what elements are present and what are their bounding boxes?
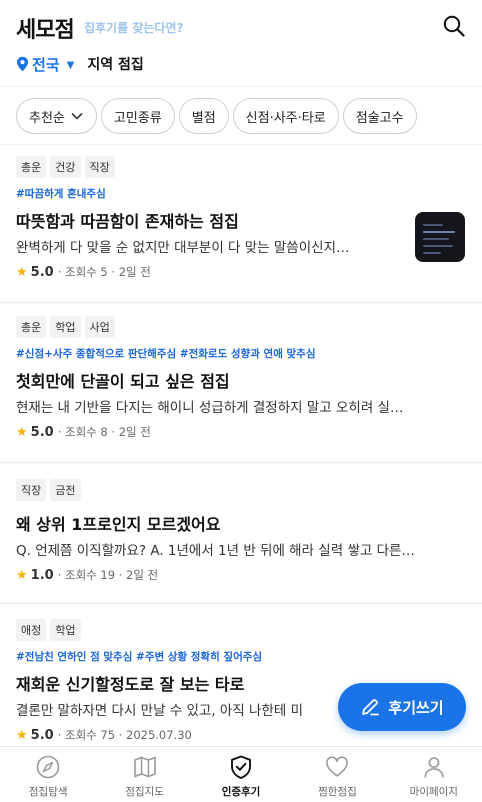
logo-tagline: 집후기를 찾는다면? bbox=[84, 21, 184, 35]
rating-value: 5.0 bbox=[30, 727, 54, 743]
tab-label: 마이페이지 bbox=[409, 786, 458, 798]
search-button[interactable] bbox=[440, 12, 468, 40]
tab-explore[interactable]: 점집탐색 bbox=[0, 747, 96, 802]
tag: 사업 bbox=[84, 316, 115, 338]
post-date: 2일 전 bbox=[126, 568, 159, 582]
filter-type[interactable]: 신점·사주·타로 bbox=[232, 98, 339, 134]
filter-master-label: 점술고수 bbox=[355, 110, 404, 126]
view-count: 조회수 8 bbox=[65, 425, 108, 439]
hashtags: #따끔하게 혼내주심 bbox=[16, 188, 106, 200]
tab-label: 점집탐색 bbox=[28, 786, 68, 798]
rating-value: 5.0 bbox=[30, 264, 54, 280]
view-count: 조회수 5 bbox=[65, 265, 108, 279]
star-icon: ★ bbox=[16, 567, 28, 583]
tag: 직장 bbox=[84, 156, 115, 178]
divider bbox=[0, 462, 482, 463]
star-icon: ★ bbox=[16, 424, 28, 440]
tag: 애정 bbox=[16, 619, 47, 641]
region-row: 전국 ▼ 지역 점집 bbox=[16, 52, 144, 76]
tag-list: 총운 건강 직장 bbox=[16, 156, 115, 178]
location-pin-icon bbox=[17, 56, 28, 72]
tab-label: 인증후기 bbox=[221, 786, 261, 798]
write-review-label: 후기쓰기 bbox=[388, 698, 444, 717]
shield-check-icon bbox=[231, 755, 251, 779]
divider bbox=[0, 603, 482, 604]
review-title: 따뜻함과 따끔함이 존재하는 점집 bbox=[16, 212, 239, 231]
review-title: 왜 상위 1프로인지 모르겠어요 bbox=[16, 515, 221, 534]
tab-favorites[interactable]: 찜한점집 bbox=[289, 747, 385, 802]
tag-list: 직장 금전 bbox=[16, 479, 81, 501]
review-card[interactable]: 총운 학업 사업 #신점+사주 종합적으로 판단해주심 #전화로도 성향과 연애… bbox=[0, 316, 482, 462]
review-title: 첫회만에 단골이 되고 싶은 점집 bbox=[16, 372, 230, 391]
tab-label: 점집지도 bbox=[125, 786, 164, 798]
compass-icon bbox=[36, 755, 60, 779]
tag-list: 애정 학업 bbox=[16, 619, 81, 641]
star-icon: ★ bbox=[16, 264, 28, 280]
region-name: 전국 bbox=[32, 55, 60, 74]
tag: 건강 bbox=[50, 156, 81, 178]
filter-chips: 추천순 고민종류 별점 신점·사주·타로 점술고수 bbox=[0, 98, 482, 134]
review-excerpt: Q. 언제쯤 이직할까요? A. 1년에서 1년 반 뒤에 해라 실력 쌓고 다… bbox=[16, 543, 415, 559]
chevron-down-icon bbox=[70, 109, 84, 123]
review-title: 재회운 신기할정도로 잘 보는 타로 bbox=[16, 675, 245, 694]
tab-verified-reviews[interactable]: 인증후기 bbox=[193, 747, 289, 802]
review-thumbnail bbox=[415, 212, 465, 262]
rating-value: 1.0 bbox=[30, 567, 54, 583]
post-date: 2일 전 bbox=[118, 425, 151, 439]
hashtags: #신점+사주 종합적으로 판단해주심 #전화로도 성향과 연애 맞추심 bbox=[16, 348, 316, 360]
view-count: 조회수 19 bbox=[65, 568, 116, 582]
tag: 학업 bbox=[50, 619, 81, 641]
star-icon: ★ bbox=[16, 727, 28, 743]
review-card[interactable]: 직장 금전 왜 상위 1프로인지 모르겠어요 Q. 언제쯤 이직할까요? A. … bbox=[0, 479, 482, 603]
filter-rating[interactable]: 별점 bbox=[178, 98, 229, 134]
tab-label: 찜한점집 bbox=[318, 786, 357, 798]
review-meta: ★ 5.0 · 조회수 8 · 2일 전 bbox=[16, 424, 151, 440]
review-meta: ★ 1.0 · 조회수 19 · 2일 전 bbox=[16, 567, 159, 583]
bottom-tab-bar: 점집탐색 점집지도 인증후기 찜한점집 마이페이지 bbox=[0, 746, 482, 802]
rating-value: 5.0 bbox=[30, 424, 54, 440]
map-icon bbox=[133, 756, 156, 778]
tag-list: 총운 학업 사업 bbox=[16, 316, 115, 338]
region-label: 지역 점집 bbox=[87, 57, 144, 73]
filter-master[interactable]: 점술고수 bbox=[342, 98, 417, 134]
filter-concern[interactable]: 고민종류 bbox=[100, 98, 175, 134]
filter-type-label: 신점·사주·타로 bbox=[245, 110, 326, 126]
tag: 총운 bbox=[16, 316, 47, 338]
tag: 금전 bbox=[50, 479, 81, 501]
post-date: 2일 전 bbox=[118, 265, 151, 279]
filter-rating-label: 별점 bbox=[191, 110, 216, 126]
heart-icon bbox=[326, 756, 349, 777]
review-excerpt: 결론만 말하자면 다시 만날 수 있고, 아직 나한테 미 bbox=[16, 703, 304, 719]
tag: 총운 bbox=[16, 156, 47, 178]
divider bbox=[0, 302, 482, 303]
review-excerpt: 완벽하게 다 맞을 순 없지만 대부분이 다 맞는 말씀이신지… bbox=[16, 240, 350, 256]
hashtags: #전남친 연하인 점 맞추심 #주변 상황 정확히 짚어주심 bbox=[16, 651, 263, 663]
person-icon bbox=[424, 757, 444, 778]
caret-down-icon: ▼ bbox=[66, 59, 75, 71]
post-date: 2025.07.30 bbox=[126, 728, 192, 742]
divider bbox=[0, 86, 482, 87]
write-review-button[interactable]: 후기쓰기 bbox=[338, 683, 466, 731]
filter-concern-label: 고민종류 bbox=[113, 110, 162, 126]
review-card[interactable]: 총운 건강 직장 #따끔하게 혼내주심 따뜻함과 따끔함이 존재하는 점집 완벽… bbox=[0, 156, 482, 302]
tag: 직장 bbox=[16, 479, 47, 501]
review-meta: ★ 5.0 · 조회수 5 · 2일 전 bbox=[16, 264, 151, 280]
tab-map[interactable]: 점집지도 bbox=[96, 747, 192, 802]
app-header: 세모점 집후기를 찾는다면? 전국 ▼ 지역 점집 bbox=[0, 0, 482, 88]
divider bbox=[0, 144, 482, 145]
review-meta: ★ 5.0 · 조회수 75 · 2025.07.30 bbox=[16, 727, 192, 743]
review-excerpt: 현재는 내 기반을 다지는 해이니 성급하게 결정하지 말고 오히려 실… bbox=[16, 400, 404, 416]
region-selector[interactable]: 전국 ▼ bbox=[16, 54, 74, 75]
pencil-icon bbox=[362, 699, 380, 716]
filter-sort-label: 추천순 bbox=[29, 110, 65, 126]
view-count: 조회수 75 bbox=[65, 728, 116, 742]
filter-sort[interactable]: 추천순 bbox=[16, 98, 97, 134]
tag: 학업 bbox=[50, 316, 81, 338]
search-icon bbox=[443, 15, 465, 37]
app-logo[interactable]: 세모점 bbox=[16, 12, 75, 44]
tab-mypage[interactable]: 마이페이지 bbox=[386, 747, 482, 802]
